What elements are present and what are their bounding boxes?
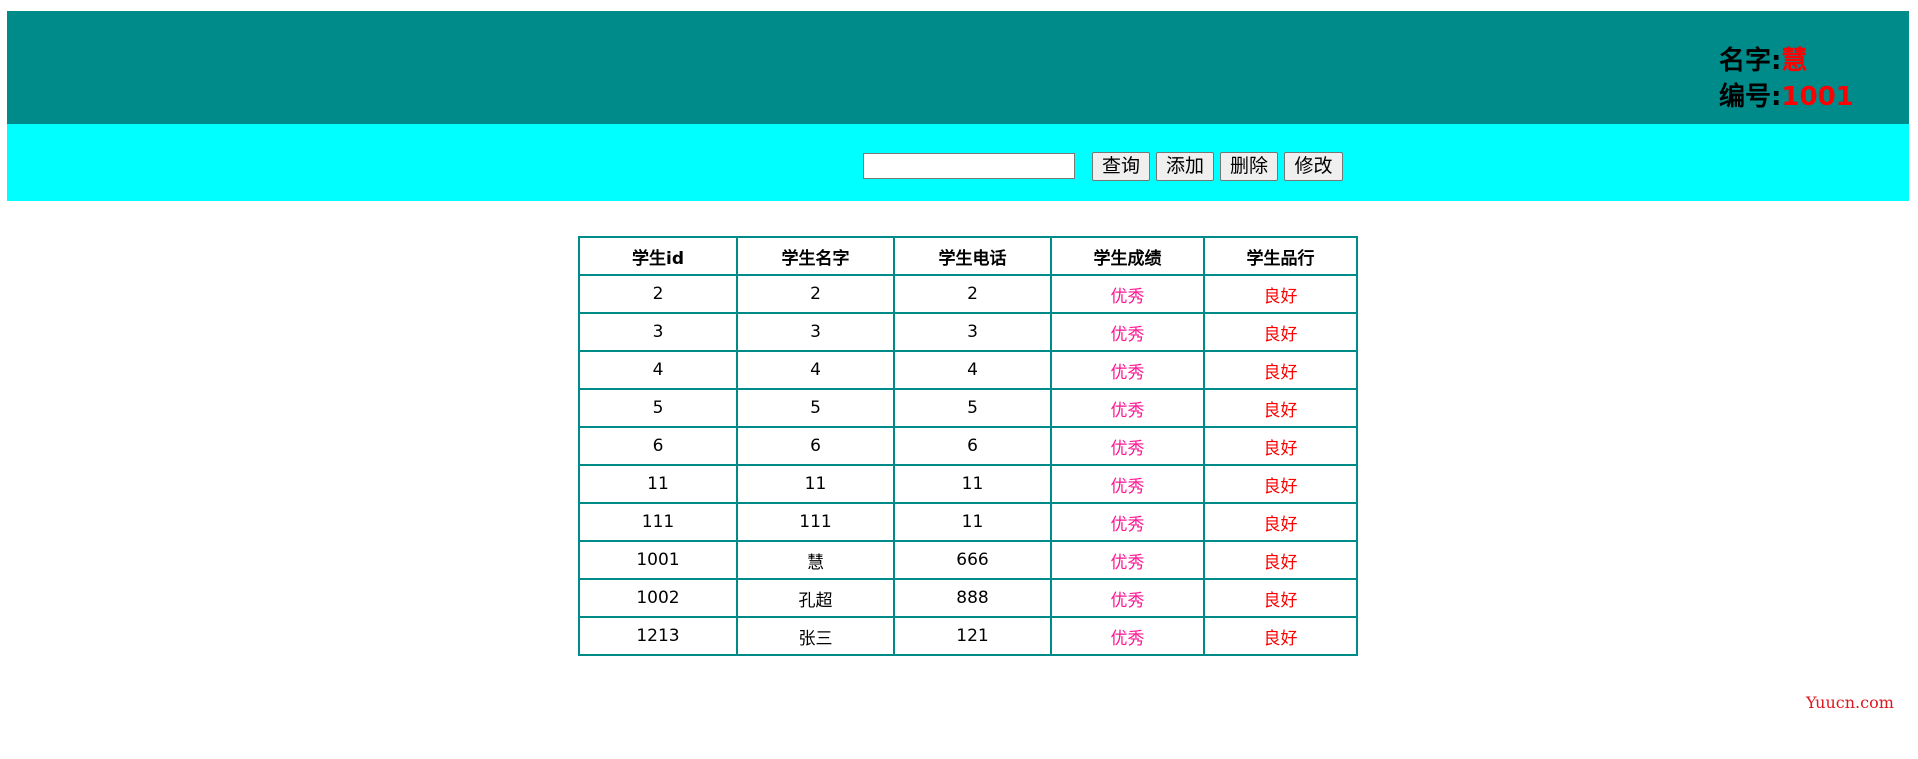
- user-name-label: 名字:: [1719, 46, 1782, 76]
- cell-phone: 3: [893, 312, 1052, 352]
- cell-conduct: 良好: [1203, 388, 1358, 428]
- query-button[interactable]: 查询: [1092, 152, 1150, 181]
- table-row: 2 2 2 优秀 良好: [578, 274, 1358, 314]
- cell-conduct: 良好: [1203, 464, 1358, 504]
- cell-name: 6: [736, 426, 895, 466]
- cell-name: 11: [736, 464, 895, 504]
- cell-name: 4: [736, 350, 895, 390]
- cell-id: 2: [578, 274, 738, 314]
- cell-id: 111: [578, 502, 738, 542]
- cell-grade: 优秀: [1050, 350, 1205, 390]
- column-header-conduct: 学生品行: [1203, 236, 1358, 276]
- cell-name: 2: [736, 274, 895, 314]
- cell-id: 3: [578, 312, 738, 352]
- cell-conduct: 良好: [1203, 426, 1358, 466]
- cell-id: 6: [578, 426, 738, 466]
- table-row: 3 3 3 优秀 良好: [578, 312, 1358, 352]
- cell-id: 5: [578, 388, 738, 428]
- table-row: 6 6 6 优秀 良好: [578, 426, 1358, 466]
- column-header-grade: 学生成绩: [1050, 236, 1205, 276]
- cell-phone: 6: [893, 426, 1052, 466]
- column-header-phone: 学生电话: [893, 236, 1052, 276]
- cell-grade: 优秀: [1050, 274, 1205, 314]
- cell-phone: 5: [893, 388, 1052, 428]
- cell-grade: 优秀: [1050, 312, 1205, 352]
- cell-grade: 优秀: [1050, 578, 1205, 618]
- cell-id: 1002: [578, 578, 738, 618]
- cell-conduct: 良好: [1203, 540, 1358, 580]
- table-row: 1001 慧 666 优秀 良好: [578, 540, 1358, 580]
- edit-button[interactable]: 修改: [1284, 152, 1343, 181]
- table-row: 5 5 5 优秀 良好: [578, 388, 1358, 428]
- cell-id: 11: [578, 464, 738, 504]
- cell-phone: 2: [893, 274, 1052, 314]
- cell-conduct: 良好: [1203, 274, 1358, 314]
- cell-conduct: 良好: [1203, 350, 1358, 390]
- user-id-line: 编号:1001: [1719, 79, 1854, 115]
- delete-button[interactable]: 删除: [1220, 152, 1278, 181]
- cell-phone: 4: [893, 350, 1052, 390]
- cell-conduct: 良好: [1203, 312, 1358, 352]
- user-name-value: 慧: [1781, 46, 1808, 76]
- cell-name: 111: [736, 502, 895, 542]
- cell-name: 孔超: [736, 578, 895, 618]
- watermark: Yuucn.com: [1806, 693, 1894, 712]
- students-table: 学生id 学生名字 学生电话 学生成绩 学生品行 2 2 2 优秀 良好 3 3…: [578, 236, 1358, 656]
- table-header-row: 学生id 学生名字 学生电话 学生成绩 学生品行: [578, 236, 1358, 276]
- add-button[interactable]: 添加: [1156, 152, 1214, 181]
- cell-grade: 优秀: [1050, 502, 1205, 542]
- cell-conduct: 良好: [1203, 502, 1358, 542]
- cell-grade: 优秀: [1050, 464, 1205, 504]
- cell-phone: 11: [893, 464, 1052, 504]
- cell-id: 1001: [578, 540, 738, 580]
- cell-name: 3: [736, 312, 895, 352]
- cell-conduct: 良好: [1203, 578, 1358, 618]
- cell-phone: 666: [893, 540, 1052, 580]
- cell-name: 5: [736, 388, 895, 428]
- search-input[interactable]: [863, 153, 1075, 179]
- cell-conduct: 良好: [1203, 616, 1358, 656]
- user-id-label: 编号:: [1719, 82, 1782, 112]
- user-id-value: 1001: [1781, 82, 1854, 112]
- cell-phone: 121: [893, 616, 1052, 656]
- table-row: 1213 张三 121 优秀 良好: [578, 616, 1358, 656]
- table-row: 111 111 11 优秀 良好: [578, 502, 1358, 542]
- column-header-id: 学生id: [578, 236, 738, 276]
- cell-grade: 优秀: [1050, 540, 1205, 580]
- table-row: 1002 孔超 888 优秀 良好: [578, 578, 1358, 618]
- cell-id: 1213: [578, 616, 738, 656]
- toolbar: 查询 添加 删除 修改: [7, 124, 1909, 201]
- cell-grade: 优秀: [1050, 388, 1205, 428]
- table-row: 11 11 11 优秀 良好: [578, 464, 1358, 504]
- cell-phone: 11: [893, 502, 1052, 542]
- user-info: 名字:慧 编号:1001: [1719, 43, 1854, 115]
- user-name-line: 名字:慧: [1719, 43, 1854, 79]
- column-header-name: 学生名字: [736, 236, 895, 276]
- table-row: 4 4 4 优秀 良好: [578, 350, 1358, 390]
- cell-id: 4: [578, 350, 738, 390]
- cell-grade: 优秀: [1050, 616, 1205, 656]
- header-bar: 名字:慧 编号:1001: [7, 11, 1909, 124]
- cell-name: 张三: [736, 616, 895, 656]
- cell-grade: 优秀: [1050, 426, 1205, 466]
- cell-phone: 888: [893, 578, 1052, 618]
- cell-name: 慧: [736, 540, 895, 580]
- top-strip: [0, 0, 1918, 8]
